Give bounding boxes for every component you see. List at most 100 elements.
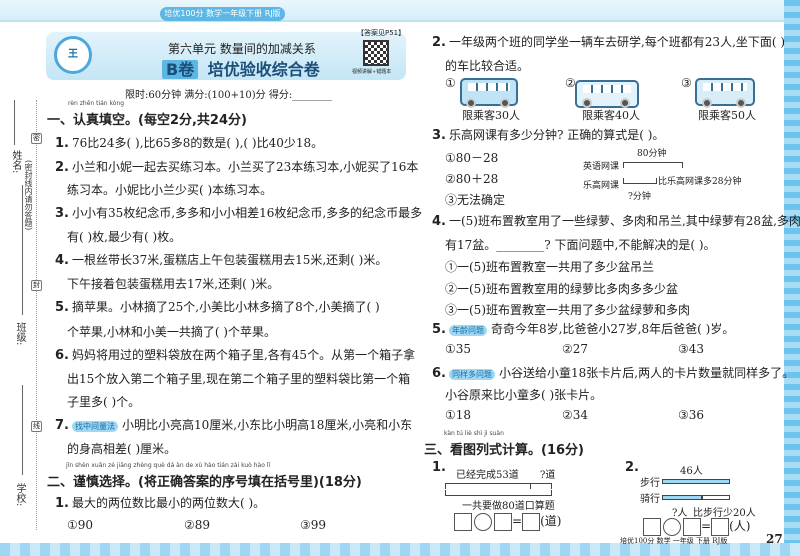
section2-title: 二、谨慎选择。(将正确答案的序号填在括号里)(18分) <box>47 475 362 490</box>
s3-q2-ride-label: 骑行 <box>640 494 660 505</box>
lego-bar <box>623 178 657 184</box>
q2-6: 6. 同样多问题 小谷送给小童18张卡片后,两人的卡片数量就同样多了。 <box>432 366 795 381</box>
q2-3: 3. 乐高网课有多少分钟? 正确的算式是( )。 <box>432 128 665 143</box>
q2-3-opt-1[interactable]: ①80－28 <box>445 149 498 166</box>
bus-3-caption: 限乘客50人 <box>698 109 756 122</box>
q1-4-cont: 下午接着包装蛋糕用去17米,还剩( )米。 <box>67 277 280 291</box>
s3-q1-number: 1. <box>432 460 446 475</box>
q1-5-cont: 个苹果,小林和小美一共摘了( )个苹果。 <box>67 325 276 339</box>
seal-mark: 线 <box>31 421 42 432</box>
q1-6-cont: 出15个放入第二个箱子里,现在第二个箱子里的塑料袋比第一个箱 <box>67 372 411 386</box>
q2-6-cont: 小谷原来比小童多( )张卡片。 <box>445 388 603 402</box>
school-line[interactable] <box>22 385 23 475</box>
q1-7-cont: 的身高相差( )厘米。 <box>67 442 177 456</box>
q1-3-cont: 有( )枚,最少有( )枚。 <box>67 230 182 244</box>
diagram-question: ?分钟 <box>628 192 651 202</box>
s3-q1-bar-total <box>445 490 552 496</box>
method-tag: 年龄问题 <box>448 325 487 336</box>
q2-4-opt-2[interactable]: ②一(5)班布置教室用的绿萝比多肉多多少盆 <box>445 280 678 297</box>
q2-6-opt-1[interactable]: ①18 <box>445 408 471 422</box>
q2-1-opt-1[interactable]: ①90 <box>67 518 93 532</box>
q2-1: 1. 最大的两位数比最小的两位数大( )。 <box>55 496 266 511</box>
s3-q1-bar-rest <box>530 483 552 489</box>
q2-4-opt-3[interactable]: ③一(5)班布置教室一共用了多少盆绿萝和多肉 <box>445 301 690 318</box>
name-line[interactable] <box>14 100 15 145</box>
method-tag: 找中间量法 <box>71 421 118 432</box>
s3-q2-number: 2. <box>625 460 639 475</box>
s3-q2-walk-label: 步行 <box>640 478 660 489</box>
q1-2: 2. 小兰和小妮一起去买练习本。小兰买了23本练习本,小妮买了16本 <box>55 160 419 175</box>
bus-opt-1-label[interactable]: ① <box>445 76 456 90</box>
q2-6-opt-2[interactable]: ②34 <box>562 408 588 422</box>
answer-box[interactable] <box>522 512 541 531</box>
paper-label: B卷 <box>162 60 199 79</box>
section3-pinyin: kàn tú liè shì jì suàn <box>444 430 504 437</box>
bus-1-caption: 限乘客30人 <box>462 109 520 122</box>
s3-q1-total: 一共要做80道口算题 <box>462 501 555 512</box>
footer-text: 培优100分 数学 一年级 下册 RJ版 <box>620 537 728 545</box>
walk-bar <box>662 479 730 484</box>
bus-2-caption: 限乘客40人 <box>582 109 640 122</box>
q2-4: 4. 一(5)班布置教室用了一些绿萝、多肉和吊兰,其中绿萝有28盆,多肉 <box>432 214 800 229</box>
ride-bar <box>662 495 702 500</box>
top-band <box>0 0 800 22</box>
seal-notice: (密封线内请勿答题) <box>24 160 33 231</box>
q2-5-opt-1[interactable]: ①35 <box>445 342 471 356</box>
qr-caption: 视频讲解+错题本 <box>352 69 392 75</box>
class-label: 班级: <box>14 322 25 346</box>
class-line[interactable] <box>22 185 23 315</box>
s3-q1-equation: = (道) <box>454 512 561 531</box>
seal-mark: 封 <box>31 280 42 291</box>
bus-opt-3-label[interactable]: ③ <box>681 76 692 90</box>
answer-box[interactable] <box>643 517 661 536</box>
series-badge: 培优100分 数学一年级下册 RJ版 <box>160 7 285 21</box>
s3-q2-total: 46人 <box>680 466 703 477</box>
school-label: 学校: <box>14 483 25 507</box>
answer-ref: 【答案见P51】 <box>357 29 406 37</box>
diagram-total: 80分钟 <box>637 149 667 159</box>
answer-box[interactable] <box>683 517 701 536</box>
q2-1-opt-3[interactable]: ③99 <box>300 518 326 532</box>
s3-q1-done: 已经完成53道 <box>456 470 519 481</box>
name-label: 姓名: <box>10 150 21 174</box>
exam-meta: 限时:60分钟 满分:(100+10)分 得分:________ <box>125 90 333 101</box>
brand-logo: 王 <box>54 36 92 74</box>
answer-box[interactable] <box>454 512 472 531</box>
diagram-label-english: 英语网课 <box>583 162 620 172</box>
qr-code[interactable] <box>363 40 389 66</box>
q2-1-opt-2[interactable]: ②89 <box>184 518 210 532</box>
page-number: 27 <box>766 532 783 546</box>
diagram-label-lego: 乐高网课 <box>583 181 620 191</box>
q1-6-cont2: 子里多( )个。 <box>67 395 141 409</box>
s3-q1-question: ?道 <box>540 470 556 481</box>
q2-3-opt-2[interactable]: ②80＋28 <box>445 170 498 187</box>
section2-pinyin: jǐn shèn xuǎn zé jiāng zhèng què dá àn d… <box>66 462 271 469</box>
answer-box[interactable] <box>494 512 512 531</box>
q2-5-opt-3[interactable]: ③43 <box>678 342 704 356</box>
q1-5: 5. 摘苹果。小林摘了25个,小美比小林多摘了8个,小美摘了( ) <box>55 300 380 315</box>
answer-box[interactable] <box>711 517 730 536</box>
method-tag: 同样多问题 <box>448 369 495 380</box>
section1-pinyin: rèn zhēn tián kòng <box>68 100 125 107</box>
ride-gap-bar <box>702 495 730 500</box>
unit-title: 第六单元 数量间的加减关系 <box>168 42 316 56</box>
q1-3: 3. 小小有35枚纪念币,多多和小小相差16枚纪念币,多多的纪念币最多 <box>55 206 423 221</box>
seal-mark: 密 <box>31 133 42 144</box>
q2-5-opt-2[interactable]: ②27 <box>562 342 588 356</box>
paper-title: 培优验收综合卷 <box>207 60 320 79</box>
operator-circle[interactable] <box>663 517 681 536</box>
q2-5: 5. 年龄问题 奇奇今年8岁,比爸爸小27岁,8年后爸爸( )岁。 <box>432 322 735 337</box>
english-bar <box>623 162 683 168</box>
section1-title: 一、认真填空。(每空2分,共24分) <box>47 113 247 128</box>
right-wave-border <box>784 0 800 556</box>
q2-4-cont: 有17盆。________? 下面问题中,不能解决的是( )。 <box>445 238 716 252</box>
s3-q2-equation: = (人) <box>643 517 750 536</box>
operator-circle[interactable] <box>474 512 492 531</box>
q2-2-cont: 的车比较合适。 <box>445 59 530 73</box>
seal-line <box>36 100 37 530</box>
q1-6: 6. 妈妈将用过的塑料袋放在两个箱子里,各有45个。从第一个箱子拿 <box>55 348 416 363</box>
q2-6-opt-3[interactable]: ③36 <box>678 408 704 422</box>
section3-title: 三、看图列式计算。(16分) <box>424 443 584 458</box>
q2-3-opt-3[interactable]: ③无法确定 <box>445 191 505 208</box>
q2-4-opt-1[interactable]: ①一(5)班布置教室一共用了多少盆吊兰 <box>445 258 654 275</box>
